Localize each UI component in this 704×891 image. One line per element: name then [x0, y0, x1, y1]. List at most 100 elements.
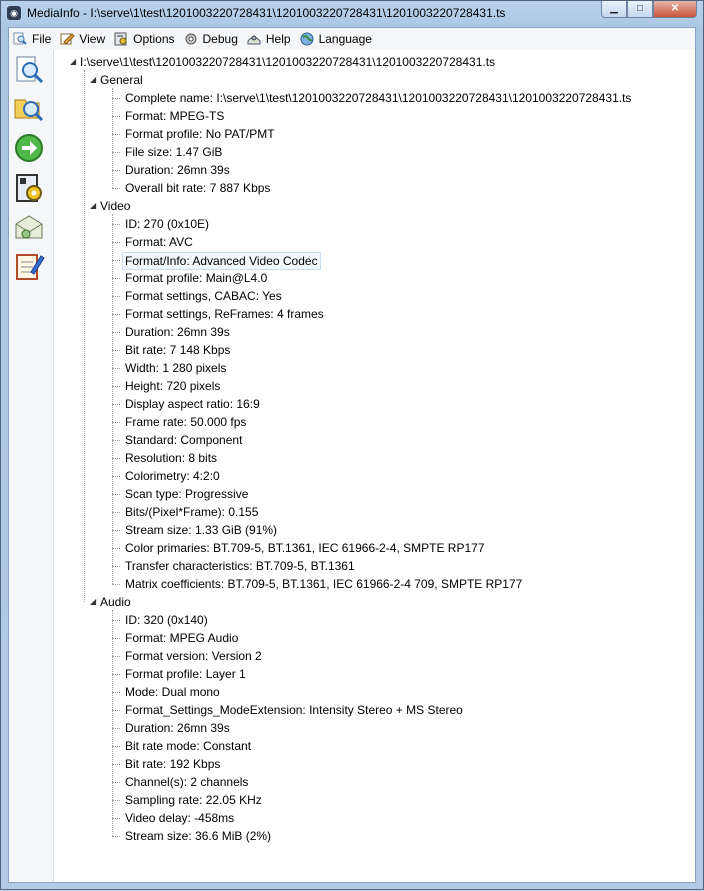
tree-item[interactable]: Sampling rate: 22.05 KHz	[125, 792, 262, 808]
app-icon: ◉	[7, 6, 21, 20]
tree-connector	[112, 656, 120, 657]
info-tree[interactable]: ◢ I:\serve\1\test\1201003220728431\12010…	[54, 50, 695, 882]
tree-item[interactable]: Complete name: I:\serve\1\test\120100322…	[125, 90, 631, 106]
tree-connector	[112, 134, 120, 135]
menu-help[interactable]: Help	[243, 29, 296, 49]
tree-connector	[112, 278, 120, 279]
tree-item[interactable]: Color primaries: BT.709-5, BT.1361, IEC …	[125, 540, 485, 556]
tree-connector	[84, 70, 85, 602]
menu-help-label: Help	[265, 32, 291, 46]
open-folder-button[interactable]	[13, 92, 45, 124]
tree-connector	[112, 620, 120, 621]
tree-item[interactable]: Stream size: 1.33 GiB (91%)	[125, 522, 277, 538]
tree-item[interactable]: Mode: Dual mono	[125, 684, 220, 700]
tree-item[interactable]: Format settings, ReFrames: 4 frames	[125, 306, 324, 322]
tree-item[interactable]: Frame rate: 50.000 fps	[125, 414, 246, 430]
tree-item[interactable]: Standard: Component	[125, 432, 242, 448]
tree-connector	[112, 170, 120, 171]
tree-item[interactable]: Bit rate mode: Constant	[125, 738, 251, 754]
tree-connector	[112, 242, 120, 243]
tree-item[interactable]: Video delay: -458ms	[125, 810, 234, 826]
tree-connector	[112, 818, 120, 819]
tree-connector	[112, 782, 120, 783]
tree-item[interactable]: Scan type: Progressive	[125, 486, 248, 502]
minimize-button[interactable]: ▁	[601, 1, 627, 18]
tree-connector	[112, 224, 120, 225]
close-button[interactable]: ✕	[653, 1, 697, 18]
tree-connector	[112, 764, 120, 765]
tree-connector	[112, 458, 120, 459]
tree-root[interactable]: I:\serve\1\test\1201003220728431\1201003…	[80, 54, 495, 70]
tree-item[interactable]: Format: MPEG-TS	[125, 108, 224, 124]
tree-item[interactable]: Resolution: 8 bits	[125, 450, 217, 466]
tree-item[interactable]: Format_Settings_ModeExtension: Intensity…	[125, 702, 463, 718]
tree-connector	[112, 350, 120, 351]
email-button[interactable]	[13, 212, 45, 244]
menu-debug[interactable]: Debug	[180, 29, 243, 49]
tree-connector	[112, 314, 120, 315]
tree-item[interactable]: Width: 1 280 pixels	[125, 360, 226, 376]
tree-item[interactable]: Display aspect ratio: 16:9	[125, 396, 260, 412]
tree-item[interactable]: Matrix coefficients: BT.709-5, BT.1361, …	[125, 576, 522, 592]
menu-language[interactable]: Language	[296, 29, 377, 49]
tree-item[interactable]: Format: MPEG Audio	[125, 630, 238, 646]
title-bar[interactable]: ◉ MediaInfo - I:\serve\1\test\1201003220…	[1, 1, 703, 25]
tree-item[interactable]: Format profile: No PAT/PMT	[125, 126, 275, 142]
menu-view-label: View	[79, 32, 106, 46]
tree-item[interactable]: Format version: Version 2	[125, 648, 262, 664]
tree-item[interactable]: Duration: 26mn 39s	[125, 162, 230, 178]
tree-item[interactable]: Height: 720 pixels	[125, 378, 220, 394]
tree-connector	[112, 188, 120, 189]
tree-item[interactable]: Bit rate: 192 Kbps	[125, 756, 220, 772]
section-audio[interactable]: Audio	[100, 594, 131, 610]
tree-connector	[112, 494, 120, 495]
export-button[interactable]	[13, 172, 45, 204]
tree-connector	[112, 692, 120, 693]
menu-options[interactable]: Options	[110, 29, 179, 49]
tree-item[interactable]: Bits/(Pixel*Frame): 0.155	[125, 504, 258, 520]
tree-item[interactable]: Duration: 26mn 39s	[125, 720, 230, 736]
tree-item[interactable]: Bit rate: 7 148 Kbps	[125, 342, 230, 358]
tree-item[interactable]: Stream size: 36.6 MiB (2%)	[125, 828, 271, 844]
section-video[interactable]: Video	[100, 198, 130, 214]
tree-connector	[112, 98, 120, 99]
tree-connector	[112, 88, 113, 188]
tree-item[interactable]: Duration: 26mn 39s	[125, 324, 230, 340]
maximize-button[interactable]: □	[627, 1, 653, 18]
tree-connector	[112, 548, 120, 549]
go-button[interactable]	[13, 132, 45, 164]
menu-options-label: Options	[133, 32, 175, 46]
tree-item[interactable]: Format: AVC	[125, 234, 193, 250]
tree-connector	[112, 404, 120, 405]
expand-section-icon[interactable]: ◢	[90, 594, 96, 610]
expand-section-icon[interactable]: ◢	[90, 72, 96, 88]
section-general[interactable]: General	[100, 72, 143, 88]
tree-connector	[112, 710, 120, 711]
expand-root-icon[interactable]: ◢	[70, 54, 76, 70]
tree-item[interactable]: Transfer characteristics: BT.709-5, BT.1…	[125, 558, 355, 574]
view-icon	[60, 32, 76, 46]
tree-item[interactable]: Channel(s): 2 channels	[125, 774, 248, 790]
menu-file[interactable]: File	[9, 29, 56, 49]
menu-view[interactable]: View	[56, 29, 110, 49]
tree-item[interactable]: Colorimetry: 4:2:0	[125, 468, 220, 484]
tree-connector	[112, 368, 120, 369]
notepad-button[interactable]	[13, 250, 45, 282]
tree-connector	[112, 674, 120, 675]
open-file-button[interactable]	[13, 54, 45, 86]
tree-connector	[112, 440, 120, 441]
tree-item[interactable]: Format/Info: Advanced Video Codec	[122, 252, 321, 270]
tree-item[interactable]: File size: 1.47 GiB	[125, 144, 222, 160]
tree-connector	[112, 476, 120, 477]
tree-item[interactable]: Format profile: Layer 1	[125, 666, 246, 682]
tree-item[interactable]: Overall bit rate: 7 887 Kbps	[125, 180, 270, 196]
tree-connector	[112, 836, 120, 837]
tree-item[interactable]: ID: 270 (0x10E)	[125, 216, 209, 232]
tree-item[interactable]: Format profile: Main@L4.0	[125, 270, 267, 286]
help-icon	[247, 32, 262, 46]
tree-item[interactable]: Format settings, CABAC: Yes	[125, 288, 282, 304]
expand-section-icon[interactable]: ◢	[90, 198, 96, 214]
tree-connector	[112, 746, 120, 747]
tree-item[interactable]: ID: 320 (0x140)	[125, 612, 208, 628]
menu-debug-label: Debug	[202, 32, 238, 46]
